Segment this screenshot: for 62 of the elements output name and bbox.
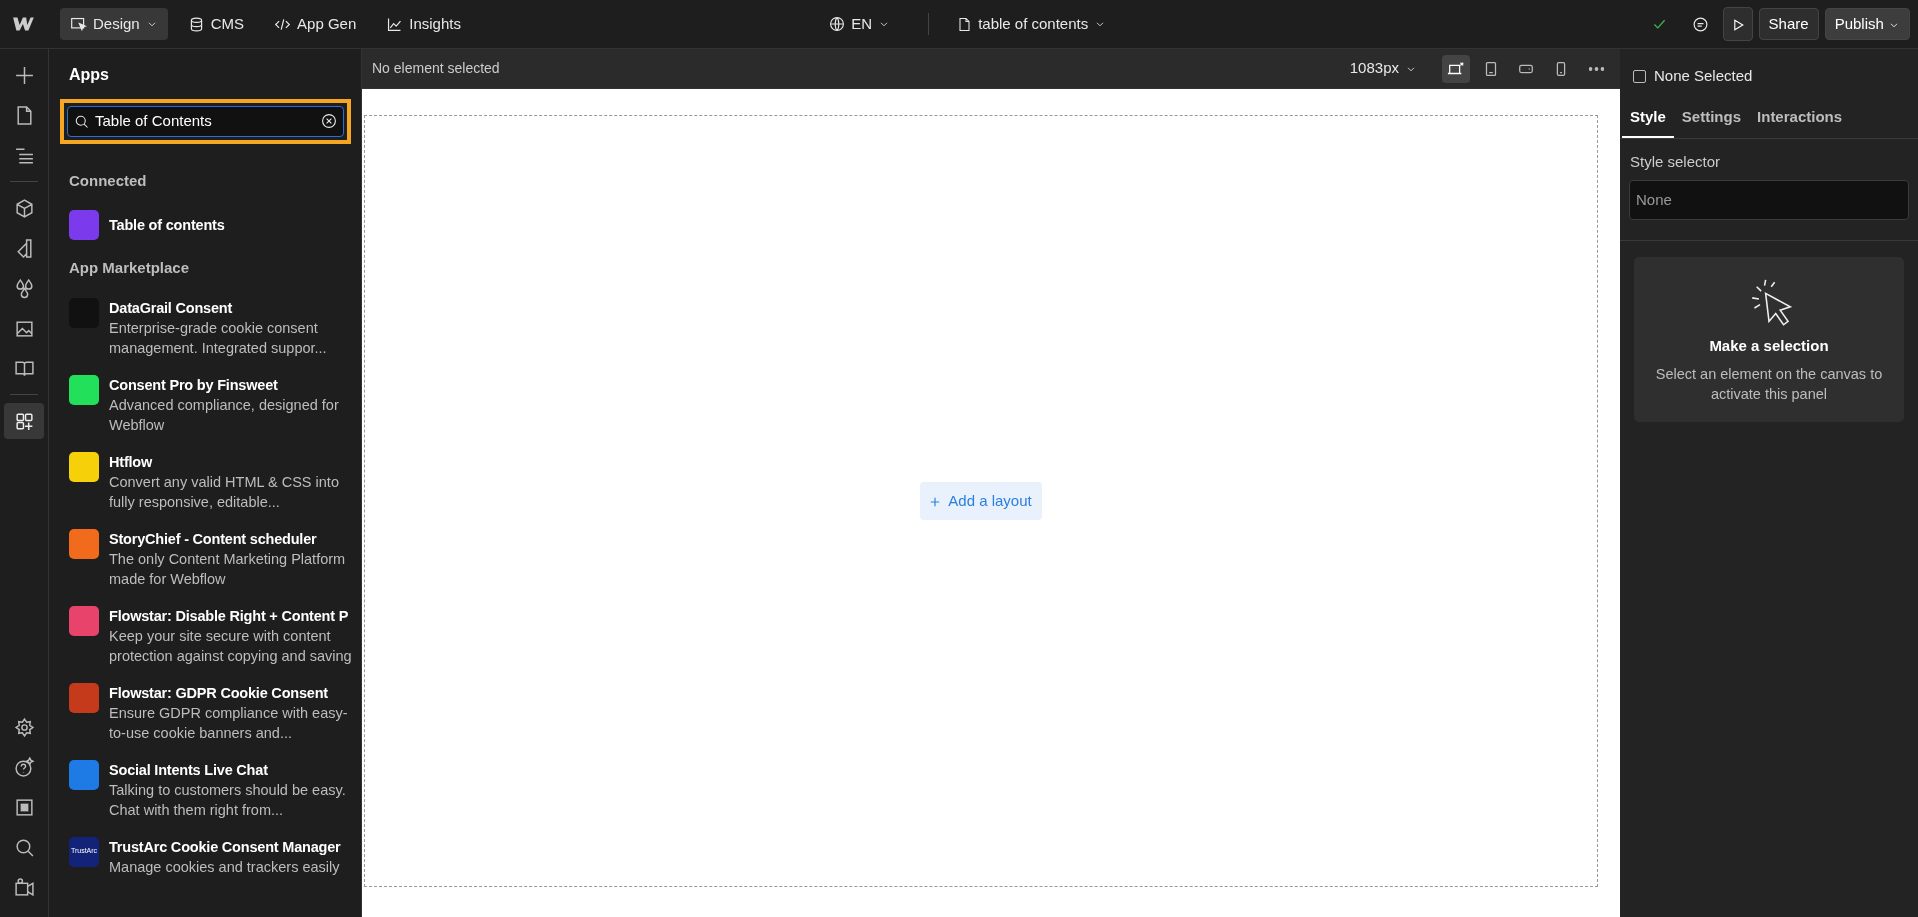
cursor-frame-icon [70, 15, 87, 33]
empty-state-title: Make a selection [1708, 336, 1830, 356]
section-heading: Connected [68, 170, 148, 191]
search-icon [74, 113, 89, 129]
search-box[interactable]: Table of Contents [67, 106, 344, 137]
panel-tab[interactable]: Interactions [1749, 97, 1851, 138]
selection-status: No element selected [372, 59, 500, 78]
empty-state-text: Select an element on the canvas to activate this panel [1654, 364, 1884, 404]
style-selector-field[interactable]: None [1629, 179, 1909, 220]
plus-icon [13, 64, 35, 86]
square-icon [13, 796, 35, 818]
apps-add-icon [13, 410, 35, 432]
rail-button[interactable] [4, 403, 44, 439]
checkbox[interactable] [1633, 69, 1646, 83]
section-heading: App Marketplace [68, 258, 191, 278]
app-name[interactable]: StoryChief - Content scheduler [109, 528, 359, 549]
nav-tab[interactable]: CMS [177, 7, 255, 41]
language-selector[interactable]: EN [819, 7, 901, 41]
app-name[interactable]: Flowstar: GDPR Cookie Consent [109, 682, 359, 703]
app-description: Manage cookies and trackers easily [109, 857, 341, 877]
add-layout-button[interactable]: Add a layout [920, 481, 1042, 521]
app-name[interactable]: TrustArc Cookie Consent Manager [109, 836, 341, 857]
app-description: Keep your site secure with content protection against copying and saving [109, 626, 353, 666]
panel-tab[interactable]: Settings [1673, 97, 1750, 138]
share-button[interactable]: Share [1758, 7, 1819, 41]
app-description: Talking to customers should be easy. Chat with them right from... [109, 780, 347, 820]
comment-icon [1691, 15, 1709, 33]
app-description: Ensure GDPR compliance with easy-to-use cookie banners and... [109, 703, 349, 743]
preview-button[interactable] [1722, 6, 1753, 42]
width-selector[interactable]: 1083px [1339, 52, 1427, 85]
drops-icon [13, 277, 35, 299]
app-description: The only Content Marketing Platform made for Webflow [109, 549, 347, 589]
more-icon [1588, 66, 1604, 71]
plus-icon [930, 496, 941, 507]
app-name[interactable]: Consent Pro by Finsweet [109, 374, 359, 395]
video-icon [13, 876, 35, 898]
panel-tab[interactable]: Style [1622, 97, 1674, 138]
breakpoint-button[interactable] [1442, 54, 1470, 83]
nav-tab[interactable]: Insights [376, 7, 471, 41]
app-description: Convert any valid HTML & CSS into fully responsive, editable... [109, 472, 340, 512]
panel-title: Apps [68, 65, 110, 85]
app-description: Advanced compliance, designed for Webflow [109, 395, 340, 435]
clear-icon [321, 113, 337, 130]
search-icon [13, 836, 35, 858]
selection-label: None Selected [1654, 66, 1753, 86]
gear-icon [13, 716, 35, 738]
app-name[interactable]: DataGrail Consent [109, 297, 359, 318]
field-label: Style selector [1629, 152, 1722, 172]
page-selector[interactable]: table of contents [947, 7, 1117, 41]
nav-tab[interactable]: App Gen [264, 7, 367, 41]
page-icon [957, 16, 973, 32]
app-name[interactable]: Social Intents Live Chat [109, 759, 359, 780]
app-name[interactable]: Flowstar: Disable Right + Content P [109, 605, 359, 626]
app-name[interactable]: Htflow [109, 451, 359, 472]
app-description: Enterprise-grade cookie consent management. Integrated suppor... [109, 318, 328, 358]
logo-icon [12, 14, 36, 34]
app-name[interactable]: Table of contents [109, 215, 225, 235]
nav-tab[interactable]: Design [60, 7, 168, 41]
cube-icon [13, 197, 35, 219]
publish-button[interactable]: Publish [1824, 7, 1910, 41]
globe-icon [829, 16, 846, 32]
help-icon [13, 756, 35, 778]
